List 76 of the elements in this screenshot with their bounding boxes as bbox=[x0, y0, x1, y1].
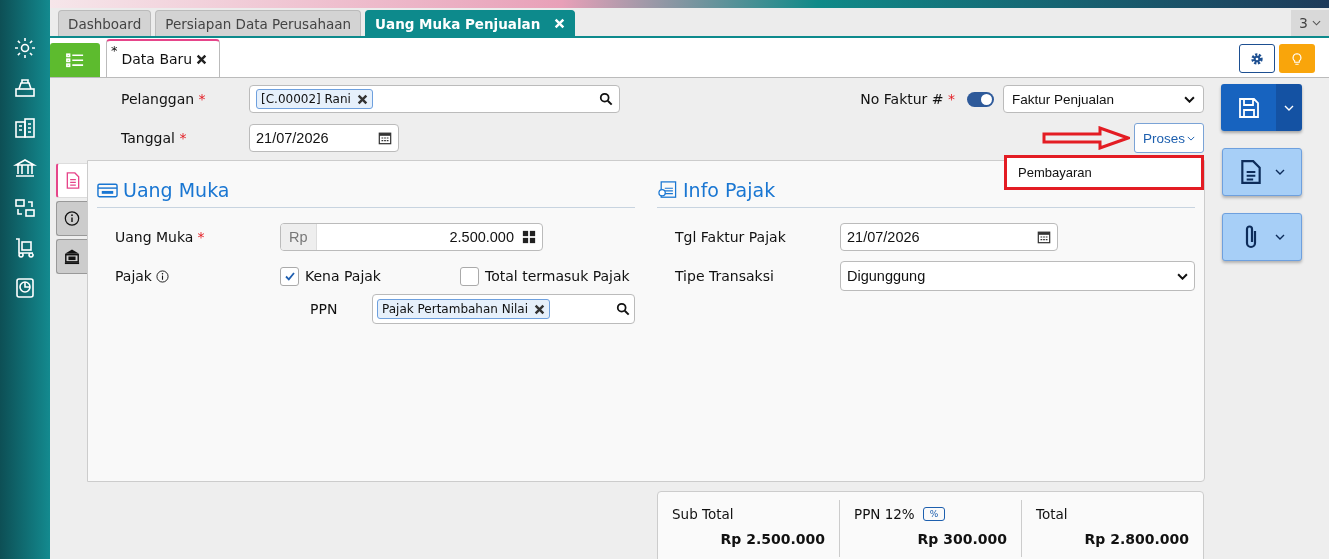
section-title: Info Pajak bbox=[683, 179, 776, 201]
field-label: Tanggal * bbox=[120, 130, 188, 146]
chevron-icon bbox=[1274, 169, 1285, 175]
bank-icon[interactable] bbox=[13, 156, 37, 180]
field-label: Pelanggan * bbox=[120, 91, 207, 107]
transaction-type-select[interactable]: Digunggung bbox=[840, 261, 1195, 291]
checkmark-icon bbox=[283, 270, 296, 282]
date-field[interactable]: 21/07/2026 bbox=[249, 124, 399, 152]
tab-count-dropdown[interactable]: 3 bbox=[1291, 10, 1329, 36]
summary-value: Rp 2.500.000 bbox=[719, 531, 825, 547]
chevron-icon bbox=[1184, 95, 1195, 103]
field-label: Tgl Faktur Pajak bbox=[674, 229, 787, 245]
cash-register-icon[interactable] bbox=[13, 76, 37, 100]
remove-icon[interactable] bbox=[534, 303, 546, 315]
field-label: No Faktur # * bbox=[860, 91, 955, 107]
chevron-icon bbox=[1284, 104, 1294, 111]
chevron-icon bbox=[1274, 234, 1285, 240]
field-label: Pajak bbox=[97, 268, 280, 284]
save-button[interactable] bbox=[1221, 84, 1276, 131]
summary-value: Rp 300.000 bbox=[916, 531, 1007, 547]
checkbox-option[interactable]: Kena Pajak bbox=[280, 266, 430, 286]
checkbox[interactable] bbox=[460, 266, 479, 286]
menu-item[interactable]: Pembayaran bbox=[1007, 165, 1201, 180]
currency-prefix: Rp bbox=[281, 224, 317, 250]
cash-icon bbox=[97, 181, 118, 199]
field-label: Tipe Transaksi bbox=[674, 268, 775, 284]
customer-tag: [C.00002] Rani bbox=[256, 89, 373, 109]
close-icon[interactable] bbox=[196, 53, 208, 65]
invoice-type-select[interactable]: Faktur Penjualan bbox=[1003, 85, 1204, 113]
field-label: PPN bbox=[309, 301, 339, 317]
tax-field[interactable]: Pajak Pertambahan Nilai bbox=[372, 294, 635, 324]
amount-field[interactable]: Rp 2.500.000 bbox=[280, 223, 543, 251]
field-label: Uang Muka * bbox=[114, 229, 206, 245]
chevron-icon bbox=[1312, 20, 1321, 26]
search-icon[interactable] bbox=[616, 302, 630, 316]
tax-tag: Pajak Pertambahan Nilai bbox=[377, 299, 551, 319]
checkbox-option[interactable]: Total termasuk Pajak bbox=[460, 266, 630, 286]
chevron-icon bbox=[1177, 272, 1188, 280]
process-dropdown-button[interactable]: Proses bbox=[1134, 123, 1204, 153]
summary-value: Rp 2.800.000 bbox=[1083, 531, 1189, 547]
tax-document-icon bbox=[657, 181, 678, 199]
amount-value: 2.500.000 bbox=[448, 229, 515, 245]
attachment-menu-button[interactable] bbox=[1221, 213, 1302, 261]
summary-label: Sub Total bbox=[672, 506, 734, 522]
customer-field[interactable]: [C.00002] Rani bbox=[249, 85, 620, 113]
app-tab[interactable]: Uang Muka Penjualan bbox=[365, 10, 576, 36]
checkbox[interactable] bbox=[280, 266, 299, 286]
chevron-icon bbox=[1187, 135, 1195, 141]
calendar-icon[interactable] bbox=[1037, 230, 1051, 244]
summary-label: PPN 12% bbox=[854, 506, 915, 522]
side-tab[interactable] bbox=[56, 201, 87, 236]
date-field[interactable]: 21/07/2026 bbox=[840, 223, 1058, 251]
section-title: Uang Muka bbox=[123, 179, 230, 201]
settings-button[interactable] bbox=[1239, 44, 1275, 73]
document-menu-button[interactable] bbox=[1221, 148, 1302, 196]
bank-icon bbox=[64, 248, 80, 265]
building-icon[interactable] bbox=[13, 116, 37, 140]
list-icon bbox=[66, 52, 84, 68]
toggle-switch[interactable] bbox=[967, 91, 994, 107]
app-tab[interactable]: Dashboard bbox=[58, 10, 152, 36]
remove-icon[interactable] bbox=[356, 93, 368, 105]
calendar-icon[interactable] bbox=[378, 131, 392, 145]
lightbulb-icon bbox=[1289, 50, 1305, 67]
side-tab[interactable] bbox=[56, 239, 87, 274]
percent-toggle[interactable]: % bbox=[922, 507, 946, 521]
info-icon[interactable] bbox=[155, 269, 169, 283]
cart-icon[interactable] bbox=[13, 236, 37, 260]
info-icon bbox=[64, 210, 80, 227]
document-icon bbox=[1238, 159, 1263, 185]
document-icon bbox=[64, 172, 81, 189]
chart-icon[interactable] bbox=[13, 276, 37, 300]
summary-label: Total bbox=[1036, 506, 1068, 522]
calculator-icon[interactable] bbox=[522, 230, 536, 244]
app-tab[interactable]: Persiapan Data Perusahaan bbox=[155, 10, 362, 36]
transfer-icon[interactable] bbox=[13, 196, 37, 220]
search-icon[interactable] bbox=[599, 92, 613, 106]
